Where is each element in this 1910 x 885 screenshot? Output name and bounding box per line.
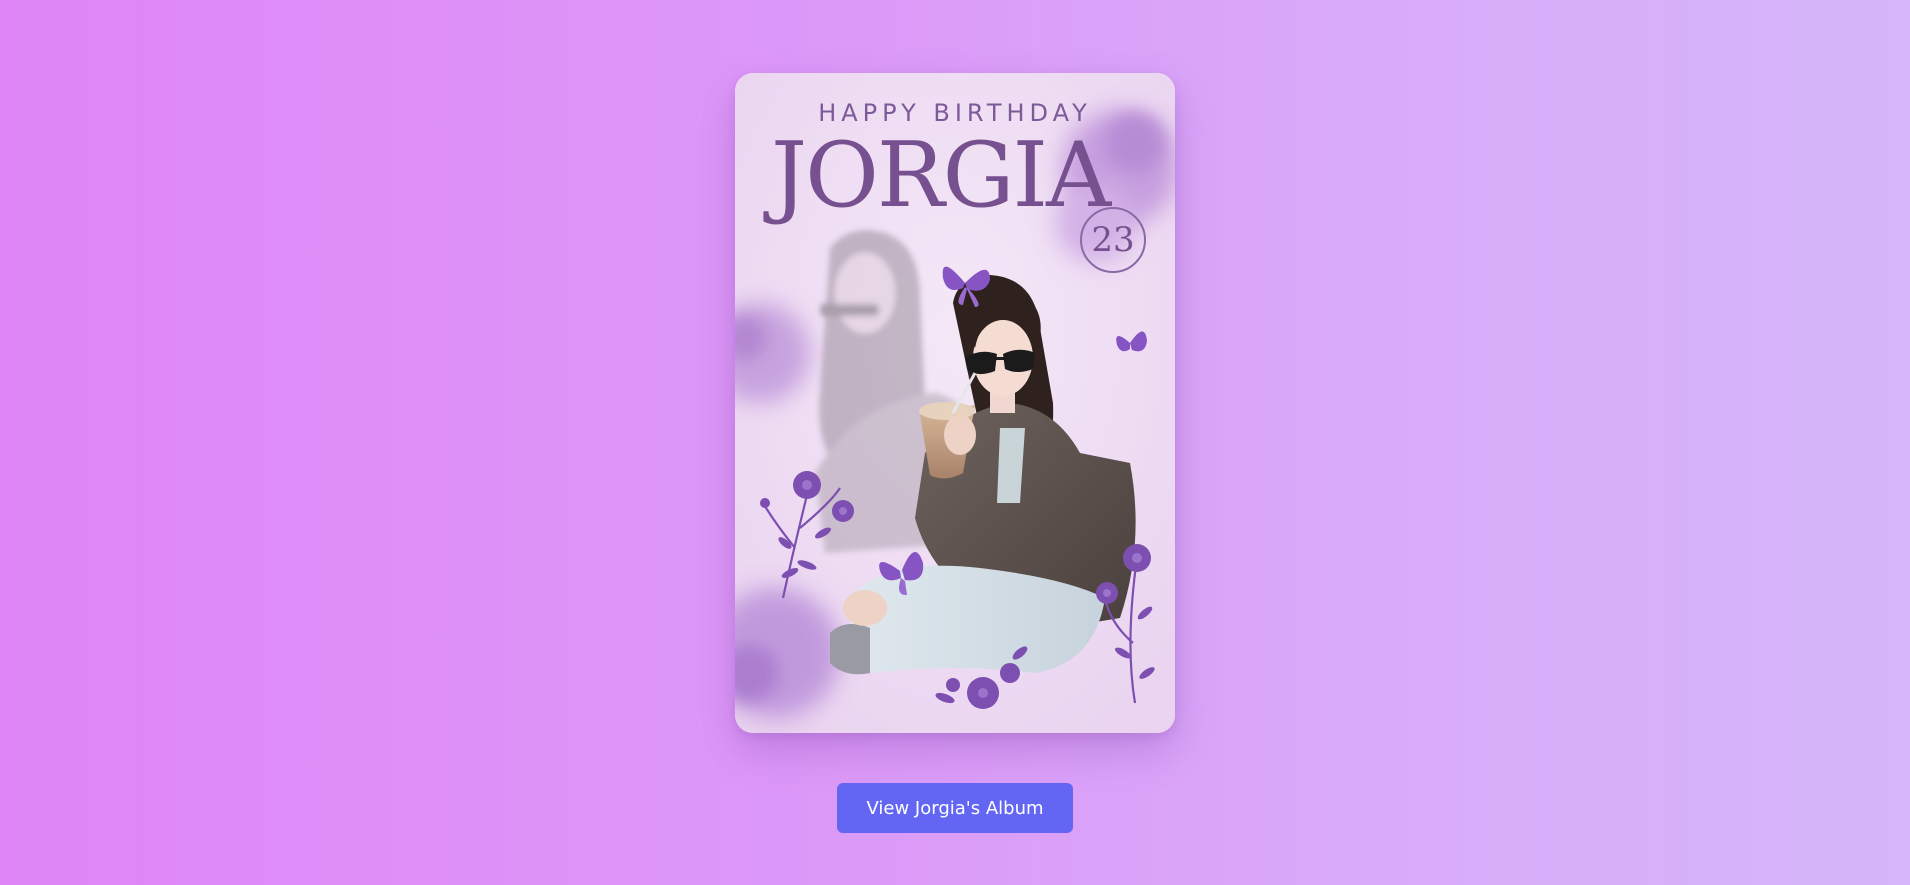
birthday-name: JORGIA xyxy=(771,123,1111,228)
age-number: 23 xyxy=(1091,220,1135,260)
age-badge: 23 xyxy=(1080,207,1146,273)
birthday-card: HAPPY BIRTHDAY JORGIA 23 xyxy=(735,73,1175,733)
view-album-button[interactable]: View Jorgia's Album xyxy=(837,783,1073,833)
